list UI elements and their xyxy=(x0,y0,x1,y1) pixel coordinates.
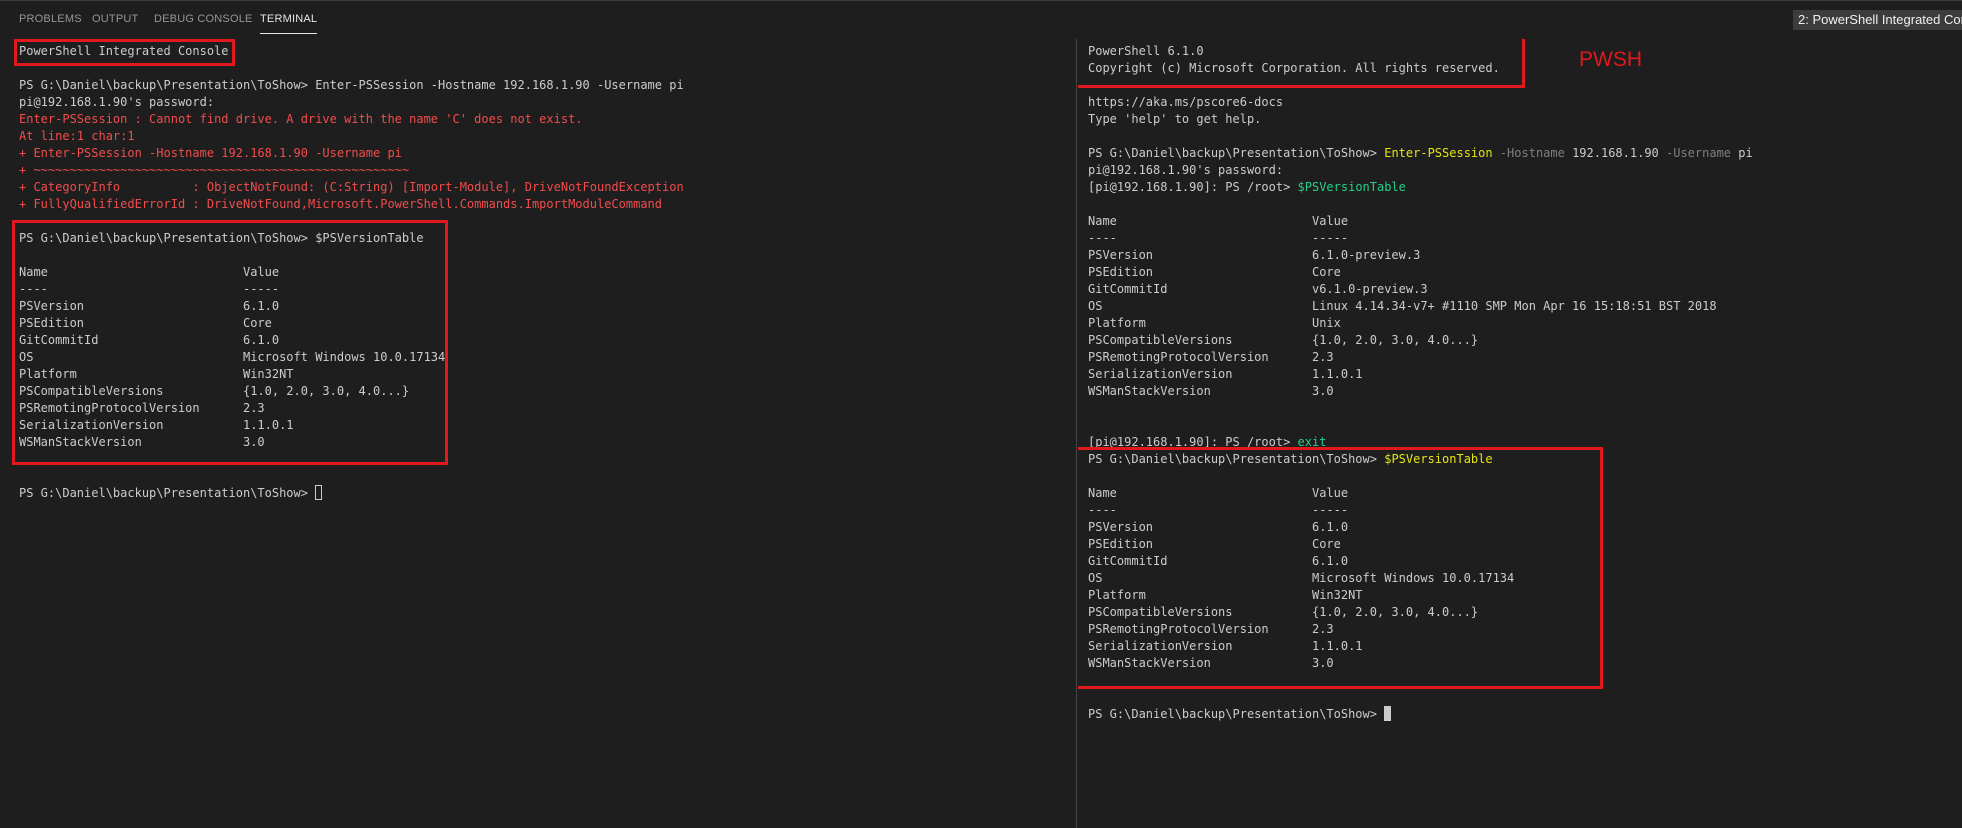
table-row: Platform Unix xyxy=(1088,316,1341,330)
docs-link: https://aka.ms/pscore6-docs xyxy=(1088,95,1284,109)
parameter-text: -Username xyxy=(1658,146,1732,160)
terminal-line: pi@192.168.1.90's password: xyxy=(19,95,215,109)
terminal-command-line: PS G:\Daniel\backup\Presentation\ToShow>… xyxy=(1088,145,1753,162)
argument-text: 192.168.1.90 xyxy=(1564,146,1659,160)
terminal-cursor xyxy=(1384,706,1392,721)
table-row: OS Linux 4.14.34-v7+ #1110 SMP Mon Apr 1… xyxy=(1088,299,1717,313)
pane-splitter[interactable] xyxy=(1076,39,1077,828)
right-terminal[interactable]: PowerShell 6.1.0 Copyright (c) Microsoft… xyxy=(1078,39,1962,828)
panel-header: PROBLEMS OUTPUT DEBUG CONSOLE TERMINAL 2… xyxy=(0,0,1962,39)
tab-debug-console[interactable]: DEBUG CONSOLE xyxy=(154,13,253,25)
highlight-box-banner xyxy=(1078,39,1525,88)
table-row: ---- ----- xyxy=(1088,231,1349,245)
prompt-text: PS G:\Daniel\backup\Presentation\ToShow> xyxy=(19,486,316,500)
highlight-box-local-table xyxy=(1078,447,1603,689)
right-terminal-pane[interactable]: PowerShell 6.1.0 Copyright (c) Microsoft… xyxy=(1078,39,1962,828)
command-text: Enter-PSSession xyxy=(1384,146,1493,160)
terminal-command-line: [pi@192.168.1.90]: PS /root> $PSVersionT… xyxy=(1088,179,1406,196)
error-line: + FullyQualifiedErrorId : DriveNotFound,… xyxy=(19,197,662,211)
terminal-prompt-line: PS G:\Daniel\backup\Presentation\ToShow> xyxy=(1088,706,1392,723)
terminal-cursor xyxy=(315,485,323,500)
table-row: PSRemotingProtocolVersion 2.3 xyxy=(1088,350,1334,364)
table-row: PSEdition Core xyxy=(1088,265,1341,279)
tab-terminal[interactable]: TERMINAL xyxy=(260,13,318,34)
table-row: WSManStackVersion 3.0 xyxy=(1088,384,1334,398)
error-line: Enter-PSSession : Cannot find drive. A d… xyxy=(19,112,583,126)
terminal-select-dropdown[interactable]: 2: PowerShell Integrated Console xyxy=(1793,10,1962,30)
table-row: Name Value xyxy=(1088,214,1349,228)
tab-output[interactable]: OUTPUT xyxy=(92,13,138,25)
remote-prompt-text: [pi@192.168.1.90]: PS /root> xyxy=(1088,180,1298,194)
terminal-prompt-line: PS G:\Daniel\backup\Presentation\ToShow> xyxy=(19,485,323,502)
tab-problems[interactable]: PROBLEMS xyxy=(19,13,82,25)
table-row: PSCompatibleVersions {1.0, 2.0, 3.0, 4.0… xyxy=(1088,333,1479,347)
password-line: pi@192.168.1.90's password: xyxy=(1088,163,1284,177)
prompt-text: PS G:\Daniel\backup\Presentation\ToShow> xyxy=(1088,707,1385,721)
pwsh-annotation: PWSH xyxy=(1579,48,1642,71)
error-line: + ~~~~~~~~~~~~~~~~~~~~~~~~~~~~~~~~~~~~~~… xyxy=(19,163,410,177)
left-terminal-pane[interactable]: PowerShell Integrated Console PS G:\Dani… xyxy=(0,39,1076,828)
table-row: GitCommitId v6.1.0-preview.3 xyxy=(1088,282,1428,296)
variable-text: $PSVersionTable xyxy=(1297,180,1406,194)
argument-text: pi xyxy=(1731,146,1753,160)
help-line: Type 'help' to get help. xyxy=(1088,112,1262,126)
error-line: At line:1 char:1 xyxy=(19,129,135,143)
error-line: + CategoryInfo : ObjectNotFound: (C:Stri… xyxy=(19,180,684,194)
highlight-box-version-table xyxy=(12,220,448,465)
terminal-line: PS G:\Daniel\backup\Presentation\ToShow>… xyxy=(19,78,684,92)
table-row: PSVersion 6.1.0-preview.3 xyxy=(1088,248,1421,262)
prompt-text: PS G:\Daniel\backup\Presentation\ToShow> xyxy=(1088,146,1385,160)
error-line: + Enter-PSSession -Hostname 192.168.1.90… xyxy=(19,146,402,160)
parameter-text: -Hostname xyxy=(1492,146,1565,160)
table-row: SerializationVersion 1.1.0.1 xyxy=(1088,367,1363,381)
highlight-box-header xyxy=(14,39,235,66)
